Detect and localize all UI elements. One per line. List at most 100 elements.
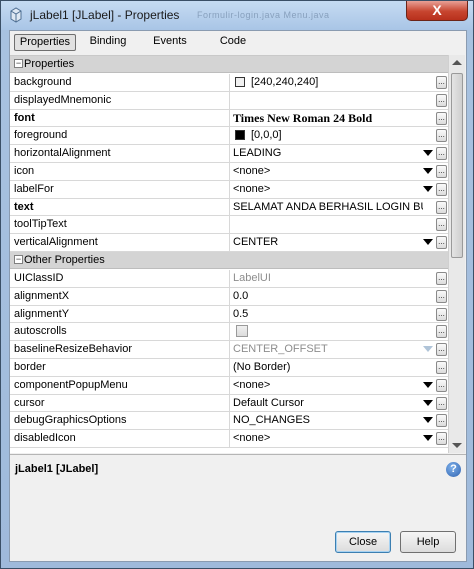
ellipsis-button[interactable]: ...: [436, 361, 447, 374]
property-value[interactable]: [0,0,0]: [251, 129, 441, 141]
property-row-icon[interactable]: icon <none>...: [10, 163, 448, 181]
ellipsis-button[interactable]: ...: [436, 129, 447, 143]
property-value[interactable]: (No Border): [233, 361, 423, 373]
category-other-properties[interactable]: − Other Properties: [10, 252, 448, 269]
title-bar[interactable]: jLabel1 [JLabel] - Properties Formulir-l…: [1, 1, 473, 30]
scroll-up-icon[interactable]: [452, 60, 462, 65]
ellipsis-button[interactable]: ...: [436, 165, 447, 178]
property-row-debugGraphicsOptions[interactable]: debugGraphicsOptions NO_CHANGES...: [10, 412, 448, 431]
ellipsis-button[interactable]: ...: [436, 325, 447, 339]
property-row-alignmentX[interactable]: alignmentX 0.0...: [10, 287, 448, 306]
property-row-cursor[interactable]: cursor Default Cursor...: [10, 394, 448, 413]
help-icon[interactable]: ?: [446, 462, 461, 477]
property-value[interactable]: CENTER_OFFSET: [233, 343, 423, 355]
close-button[interactable]: Close: [335, 531, 391, 553]
ellipsis-button[interactable]: ...: [436, 218, 447, 232]
property-name: disabledIcon: [14, 432, 76, 445]
column-divider: [229, 216, 230, 234]
dropdown-arrow-icon[interactable]: [423, 185, 433, 192]
help-button[interactable]: Help: [400, 531, 456, 553]
property-name: debugGraphicsOptions: [14, 414, 127, 427]
ellipsis-button[interactable]: ...: [436, 147, 447, 161]
ellipsis-button[interactable]: ...: [436, 236, 447, 250]
ellipsis-button[interactable]: ...: [436, 343, 447, 357]
property-value[interactable]: <none>: [233, 183, 423, 195]
description-title: jLabel1 [JLabel]: [15, 463, 99, 475]
property-row-verticalAlignment[interactable]: verticalAlignment CENTER...: [10, 234, 448, 252]
tab-binding[interactable]: Binding: [86, 34, 130, 51]
dropdown-arrow-icon[interactable]: [423, 435, 433, 442]
ellipsis-button[interactable]: ...: [436, 272, 447, 285]
window-close-button[interactable]: X: [406, 1, 468, 21]
collapse-icon[interactable]: −: [14, 255, 23, 264]
property-row-background[interactable]: background [240,240,240]...: [10, 74, 448, 92]
ellipsis-button[interactable]: ...: [436, 182, 447, 196]
ellipsis-button[interactable]: ...: [436, 396, 447, 410]
color-swatch: [235, 130, 245, 141]
property-row-baselineResizeBehavior[interactable]: baselineResizeBehavior CENTER_OFFSET...: [10, 341, 448, 359]
property-row-font[interactable]: font Times New Roman 24 Bold...: [10, 109, 448, 128]
ellipsis-button[interactable]: ...: [436, 200, 447, 214]
property-value[interactable]: LEADING: [233, 147, 423, 159]
property-row-UIClassID[interactable]: UIClassID LabelUI...: [10, 270, 448, 288]
ellipsis-button[interactable]: ...: [436, 76, 447, 89]
property-value[interactable]: <none>: [233, 432, 423, 444]
scroll-thumb[interactable]: [451, 73, 463, 258]
ellipsis-button[interactable]: ...: [436, 289, 447, 303]
tab-events[interactable]: Events: [148, 34, 192, 51]
property-name: background: [14, 76, 72, 88]
dialog-client-area: Properties Binding Events Code − Properti…: [9, 30, 467, 562]
dropdown-arrow-icon[interactable]: [423, 150, 433, 157]
dropdown-arrow-icon[interactable]: [423, 399, 433, 406]
collapse-icon[interactable]: −: [14, 59, 23, 68]
property-row-horizontalAlignment[interactable]: horizontalAlignment LEADING...: [10, 145, 448, 163]
ellipsis-button[interactable]: ...: [436, 414, 447, 428]
dropdown-arrow-icon[interactable]: [423, 239, 433, 246]
column-divider: [229, 341, 230, 358]
ellipsis-button[interactable]: ...: [436, 378, 447, 392]
property-row-componentPopupMenu[interactable]: componentPopupMenu <none>...: [10, 376, 448, 395]
property-name: baselineResizeBehavior: [14, 343, 133, 356]
ellipsis-button[interactable]: ...: [436, 432, 447, 446]
ellipsis-button[interactable]: ...: [436, 93, 447, 107]
property-name: componentPopupMenu: [14, 378, 128, 391]
property-value[interactable]: 0.0: [233, 290, 423, 302]
property-value[interactable]: [240,240,240]: [251, 76, 441, 88]
property-value[interactable]: CENTER: [233, 236, 423, 248]
property-value[interactable]: LabelUI: [233, 272, 423, 284]
tab-properties[interactable]: Properties: [14, 34, 76, 51]
dropdown-arrow-icon[interactable]: [423, 417, 433, 424]
property-row-autoscrolls[interactable]: autoscrolls...: [10, 323, 448, 342]
property-value[interactable]: <none>: [233, 379, 423, 391]
dropdown-arrow-icon[interactable]: [423, 381, 433, 388]
property-sheet-scrollbar[interactable]: [448, 55, 465, 453]
property-row-alignmentY[interactable]: alignmentY 0.5...: [10, 305, 448, 324]
property-value[interactable]: SELAMAT ANDA BERHASIL LOGIN BUNG!!: [233, 201, 423, 213]
dropdown-arrow-icon[interactable]: [423, 168, 433, 174]
property-row-toolTipText[interactable]: toolTipText...: [10, 216, 448, 235]
property-value[interactable]: Times New Roman 24 Bold: [233, 111, 423, 126]
property-row-displayedMnemonic[interactable]: displayedMnemonic...: [10, 91, 448, 110]
scroll-down-icon[interactable]: [452, 443, 462, 448]
property-name: alignmentY: [14, 307, 70, 320]
tab-code[interactable]: Code: [213, 34, 253, 51]
property-row-text[interactable]: text SELAMAT ANDA BERHASIL LOGIN BUNG!!..…: [10, 198, 448, 217]
column-divider: [229, 412, 230, 430]
column-divider: [229, 198, 230, 216]
property-value[interactable]: <none>: [233, 165, 423, 177]
property-row-disabledIcon[interactable]: disabledIcon <none>...: [10, 430, 448, 448]
property-row-labelFor[interactable]: labelFor <none>...: [10, 180, 448, 199]
property-value[interactable]: Default Cursor: [233, 397, 423, 409]
property-row-foreground[interactable]: foreground [0,0,0]...: [10, 127, 448, 146]
category-properties[interactable]: − Properties: [10, 56, 448, 73]
dropdown-arrow-icon[interactable]: [423, 346, 433, 353]
color-swatch: [235, 77, 245, 87]
property-value[interactable]: NO_CHANGES: [233, 414, 423, 426]
property-name: foreground: [14, 129, 68, 142]
property-value[interactable]: 0.5: [233, 308, 423, 320]
ellipsis-button[interactable]: ...: [436, 307, 447, 321]
property-name: UIClassID: [14, 272, 64, 284]
ellipsis-button[interactable]: ...: [436, 111, 447, 125]
autoscrolls-checkbox[interactable]: [236, 325, 248, 338]
property-row-border[interactable]: border (No Border)...: [10, 359, 448, 377]
